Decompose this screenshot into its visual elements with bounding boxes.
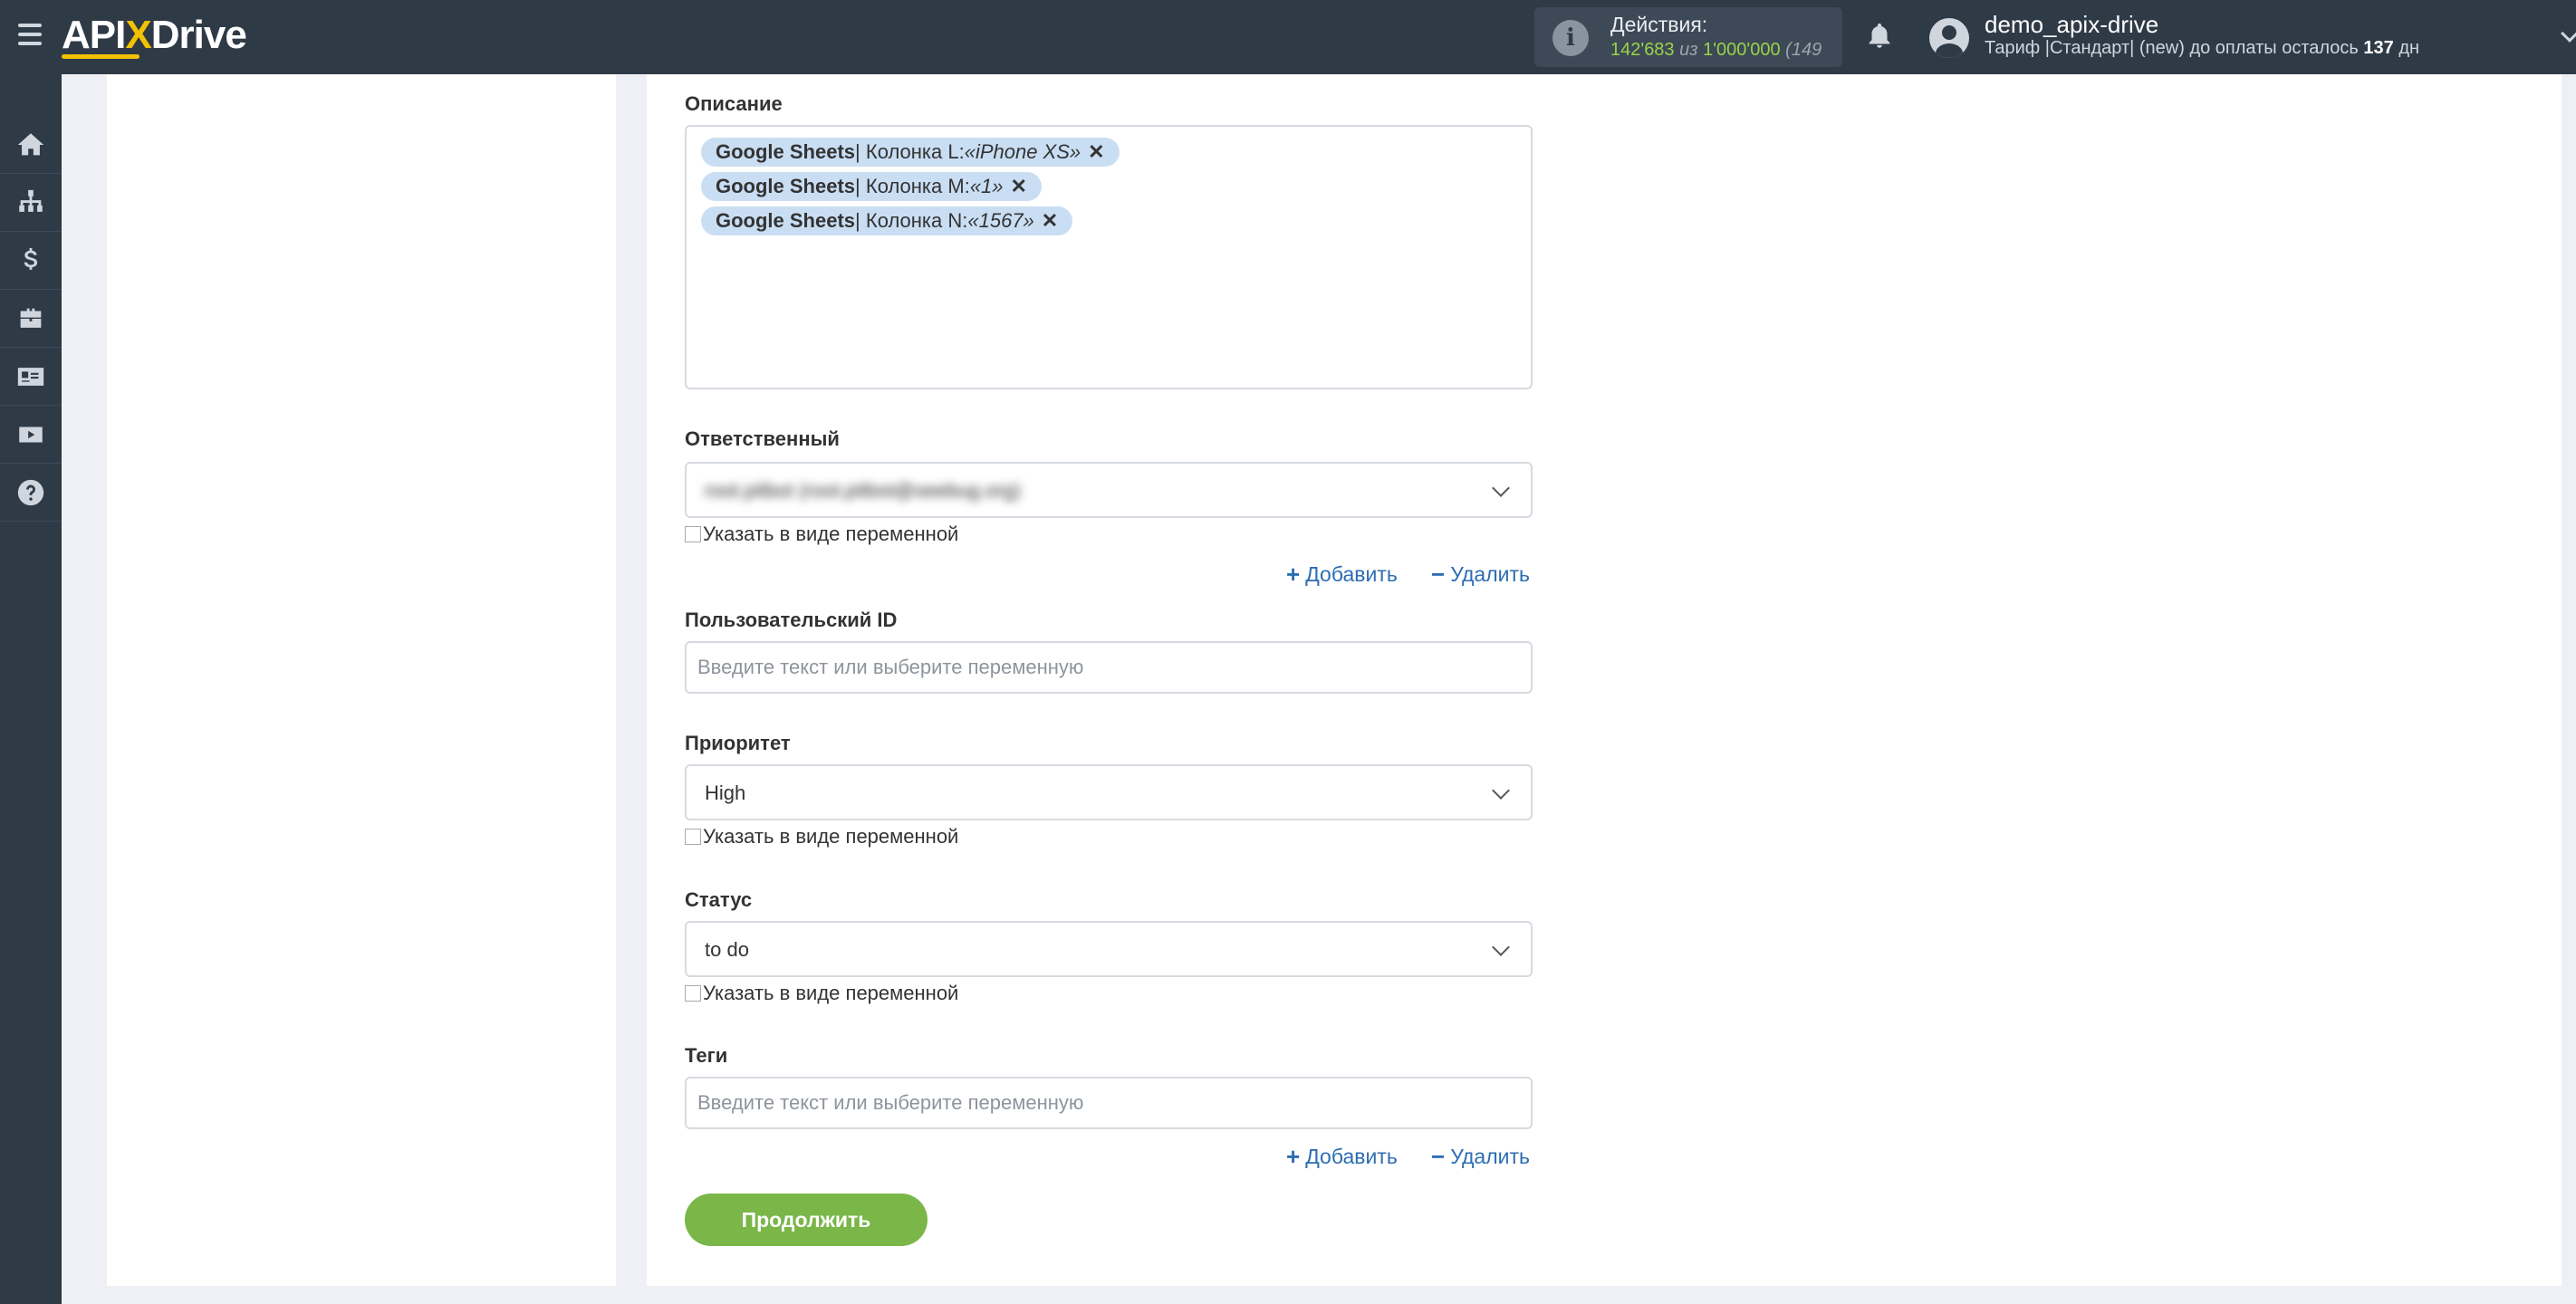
description-field[interactable]: Google Sheets | Колонка L: «iPhone XS» ✕ …	[685, 125, 1533, 389]
chevron-down-icon	[1492, 479, 1510, 497]
priority-variable-checkbox-row[interactable]: Указать в виде переменной	[685, 825, 958, 849]
sidebar-item-home[interactable]	[0, 116, 62, 174]
bell-icon[interactable]	[1864, 20, 1895, 53]
priority-value: High	[705, 781, 746, 804]
assignee-label: Ответственный	[685, 427, 840, 450]
briefcase-icon	[20, 308, 42, 328]
menu-icon[interactable]	[18, 24, 42, 45]
username[interactable]: demo_apix-drive	[1985, 11, 2158, 39]
add-button[interactable]: + Добавить	[1286, 561, 1398, 589]
remove-button[interactable]: − Удалить	[1431, 561, 1530, 589]
status-variable-checkbox-row[interactable]: Указать в виде переменной	[685, 982, 958, 1005]
variable-chip[interactable]: Google Sheets | Колонка L: «iPhone XS» ✕	[701, 138, 1120, 167]
logo-underline	[62, 54, 139, 59]
status-value: to do	[705, 938, 749, 961]
minus-icon: −	[1431, 561, 1446, 588]
actions-title: Действия:	[1610, 13, 1708, 36]
tags-label: Теги	[685, 1044, 728, 1067]
continue-button[interactable]: Продолжить	[685, 1194, 928, 1246]
home-icon	[17, 132, 44, 155]
help-icon	[17, 479, 44, 505]
chevron-down-icon	[1492, 938, 1510, 956]
chevron-down-icon	[1492, 781, 1510, 800]
sidebar-item-connections[interactable]	[0, 174, 62, 232]
logo[interactable]: APIXDrive	[62, 13, 247, 58]
checkbox[interactable]	[685, 829, 701, 845]
checkbox[interactable]	[685, 985, 701, 1002]
status-label: Статус	[685, 888, 753, 911]
sidebar	[0, 74, 62, 1304]
sidebar-item-contacts[interactable]	[0, 348, 62, 406]
youtube-icon	[19, 427, 43, 442]
checkbox[interactable]	[685, 526, 701, 542]
plus-icon: +	[1286, 1143, 1301, 1170]
user-id-label: Пользовательский ID	[685, 609, 898, 631]
actions-counter[interactable]: i Действия: 142'683 из 1'000'000 (149	[1534, 7, 1842, 67]
variable-chip[interactable]: Google Sheets | Колонка M: «1» ✕	[701, 172, 1042, 201]
sitemap-icon	[19, 189, 43, 212]
chevron-down-icon[interactable]	[2561, 24, 2576, 43]
remove-button[interactable]: − Удалить	[1431, 1143, 1530, 1171]
sidebar-item-billing[interactable]	[0, 232, 62, 290]
sidebar-item-services[interactable]	[0, 290, 62, 348]
left-panel	[107, 74, 616, 1286]
sidebar-item-video[interactable]	[0, 406, 62, 464]
actions-count: 142'683 из 1'000'000 (149	[1610, 40, 1822, 60]
plus-icon: +	[1286, 561, 1301, 588]
assignee-variable-checkbox-row[interactable]: Указать в виде переменной	[685, 523, 958, 546]
sidebar-item-help[interactable]	[0, 464, 62, 522]
avatar[interactable]	[1929, 18, 1969, 58]
tariff-info: Тариф |Стандарт| (new) до оплаты осталос…	[1985, 38, 2420, 58]
status-select[interactable]: to do	[685, 921, 1533, 977]
dollar-icon	[24, 247, 38, 270]
close-icon[interactable]: ✕	[1042, 209, 1058, 233]
info-icon: i	[1552, 20, 1589, 56]
close-icon[interactable]: ✕	[1011, 175, 1027, 198]
user-id-input[interactable]	[685, 641, 1533, 694]
assignee-value: root.pitbot (root.pitbot@seebug.org)	[705, 479, 1021, 502]
priority-select[interactable]: High	[685, 764, 1533, 820]
add-button[interactable]: + Добавить	[1286, 1143, 1398, 1171]
contact-card-icon	[17, 367, 44, 386]
priority-label: Приоритет	[685, 732, 791, 754]
description-label: Описание	[685, 92, 783, 115]
minus-icon: −	[1431, 1143, 1446, 1170]
assignee-select[interactable]: root.pitbot (root.pitbot@seebug.org)	[685, 462, 1533, 518]
variable-chip[interactable]: Google Sheets | Колонка N: «1567» ✕	[701, 206, 1073, 235]
tags-input[interactable]	[685, 1077, 1533, 1129]
top-bar: APIXDrive i Действия: 142'683 из 1'000'0…	[0, 0, 2576, 74]
close-icon[interactable]: ✕	[1088, 140, 1104, 164]
